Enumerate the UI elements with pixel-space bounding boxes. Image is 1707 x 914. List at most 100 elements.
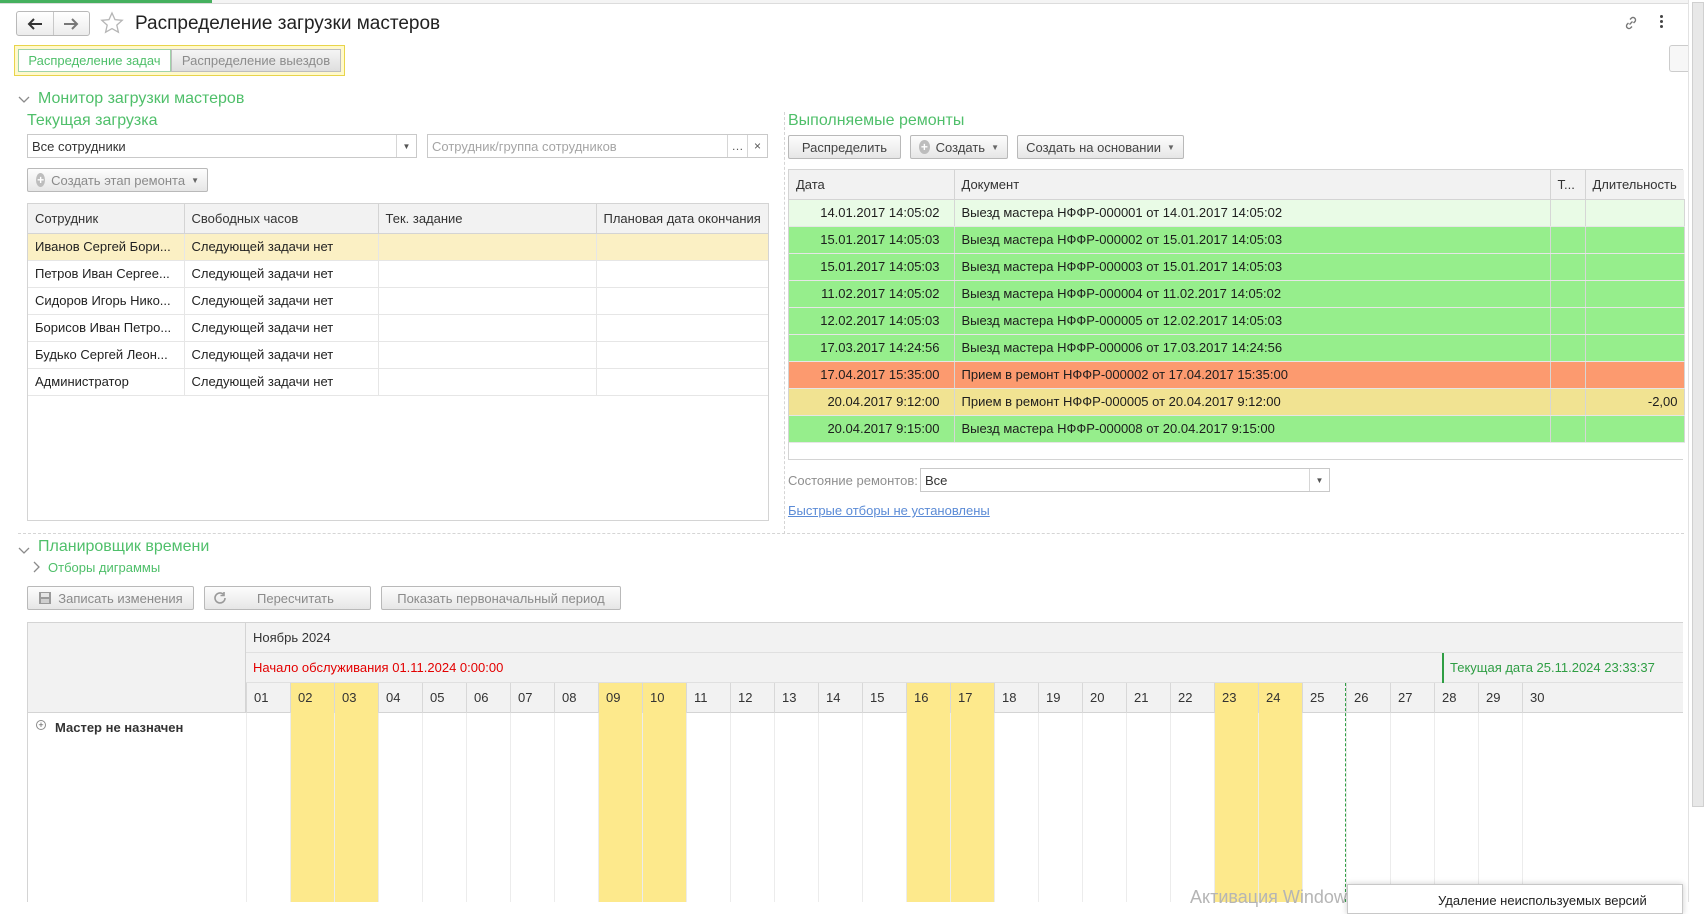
gantt-day-header[interactable]: 13 (774, 683, 818, 713)
gantt-day-column[interactable] (1038, 713, 1082, 902)
table-row[interactable]: 17.03.2017 14:24:56 Выезд мастера НФФР-00… (789, 334, 1685, 362)
chevron-down-icon[interactable]: ▼ (396, 135, 416, 157)
gantt-weekend-column[interactable] (950, 713, 994, 902)
table-row[interactable]: Петров Иван Сергее... Следующей задачи не… (28, 260, 768, 288)
gantt-day-column[interactable] (1434, 713, 1478, 902)
gantt-weekend-column[interactable] (1258, 713, 1302, 902)
back-arrow-icon[interactable] (17, 12, 54, 35)
filters-expand-chevron-icon[interactable] (32, 561, 40, 576)
recalculate-button[interactable]: Пересчитать (204, 586, 371, 610)
gantt-day-header[interactable]: 08 (554, 683, 598, 713)
quick-filters-link[interactable]: Быстрые отборы не установлены (788, 503, 990, 518)
gantt-day-header[interactable]: 19 (1038, 683, 1082, 713)
gantt-day-header[interactable]: 24 (1258, 683, 1302, 713)
gantt-day-header[interactable]: 14 (818, 683, 862, 713)
chevron-down-icon[interactable]: ▼ (1309, 469, 1329, 491)
gantt-day-header[interactable]: 10 (642, 683, 686, 713)
gantt-day-column[interactable] (1390, 713, 1434, 902)
column-header-duration[interactable]: Длительность (1585, 170, 1684, 200)
table-row[interactable]: 15.01.2017 14:05:03 Выезд мастера НФФР-00… (789, 226, 1685, 254)
gantt-weekend-column[interactable] (906, 713, 950, 902)
create-repair-stage-button[interactable]: + Создать этап ремонта ▼ (27, 168, 208, 192)
gantt-day-header[interactable]: 21 (1126, 683, 1170, 713)
gantt-day-column[interactable] (378, 713, 422, 902)
gantt-day-column[interactable] (1302, 713, 1346, 902)
gantt-day-column[interactable] (246, 713, 290, 902)
gantt-weekend-column[interactable] (598, 713, 642, 902)
gantt-day-header[interactable]: 22 (1170, 683, 1214, 713)
gantt-row-expand-icon[interactable]: + (36, 720, 46, 730)
table-row[interactable]: 14.01.2017 14:05:02 Выезд мастера НФФР-00… (789, 199, 1685, 227)
gantt-day-column[interactable] (774, 713, 818, 902)
gantt-day-header[interactable]: 26 (1346, 683, 1390, 713)
favorite-star-icon[interactable] (100, 11, 124, 38)
gantt-day-header[interactable]: 18 (994, 683, 1038, 713)
create-based-on-button[interactable]: Создать на основании ▼ (1017, 135, 1184, 159)
gantt-day-column[interactable] (1126, 713, 1170, 902)
gantt-day-column[interactable] (1478, 713, 1522, 902)
gantt-day-column[interactable] (686, 713, 730, 902)
vertical-scrollbar[interactable] (1688, 0, 1707, 902)
table-row[interactable]: 15.01.2017 14:05:03 Выезд мастера НФФР-00… (789, 253, 1685, 281)
column-header-document[interactable]: Документ (954, 170, 1551, 200)
gantt-day-header[interactable]: 28 (1434, 683, 1478, 713)
notification-popup[interactable]: Удаление неиспользуемых версий (1347, 884, 1683, 914)
gantt-day-column[interactable] (1346, 713, 1390, 902)
employee-filter-select[interactable]: Все сотрудники ▼ (27, 134, 417, 158)
save-changes-button[interactable]: Записать изменения (27, 586, 194, 610)
gantt-day-header[interactable]: 16 (906, 683, 950, 713)
column-header-planned-end[interactable]: Плановая дата окончания (596, 204, 768, 234)
table-row[interactable]: 20.04.2017 9:12:00 Прием в ремонт НФФР-00… (789, 388, 1685, 416)
column-header-employee[interactable]: Сотрудник (28, 204, 185, 234)
gantt-day-header[interactable]: 12 (730, 683, 774, 713)
gantt-day-column[interactable] (466, 713, 510, 902)
gantt-day-header[interactable]: 06 (466, 683, 510, 713)
gantt-day-header[interactable]: 02 (290, 683, 334, 713)
employee-group-field[interactable]: Сотрудник/группа сотрудников … × (427, 134, 768, 158)
gantt-day-header[interactable]: 27 (1390, 683, 1434, 713)
diagram-filters-label[interactable]: Отборы диграммы (48, 560, 160, 575)
gantt-day-header[interactable]: 23 (1214, 683, 1258, 713)
more-menu-icon[interactable] (1657, 14, 1665, 32)
gantt-weekend-column[interactable] (290, 713, 334, 902)
forward-arrow-icon[interactable] (54, 12, 90, 35)
table-row[interactable]: 20.04.2017 9:15:00 Выезд мастера НФФР-000… (789, 415, 1685, 443)
create-button[interactable]: + Создать ▼ (910, 135, 1008, 159)
table-row[interactable]: Будько Сергей Леон... Следующей задачи не… (28, 341, 768, 369)
monitor-section-title[interactable]: Монитор загрузки мастеров (38, 90, 244, 108)
gantt-day-column[interactable] (818, 713, 862, 902)
link-icon[interactable] (1623, 15, 1639, 34)
tab-trip-distribution[interactable]: Распределение выездов (171, 49, 341, 72)
table-row[interactable]: Иванов Сергей Бори... Следующей задачи не… (28, 233, 768, 261)
repair-state-select[interactable]: Все ▼ (920, 468, 1330, 492)
gantt-day-header[interactable]: 05 (422, 683, 466, 713)
gantt-day-column[interactable] (422, 713, 466, 902)
select-ellipsis-icon[interactable]: … (727, 135, 747, 157)
column-header-t[interactable]: Т... (1550, 170, 1586, 200)
gantt-day-header[interactable]: 04 (378, 683, 422, 713)
show-initial-period-button[interactable]: Показать первоначальный период (381, 586, 621, 610)
gantt-weekend-column[interactable] (334, 713, 378, 902)
table-row[interactable]: Администратор Следующей задачи нет (28, 368, 768, 396)
table-row[interactable]: Борисов Иван Петро... Следующей задачи не… (28, 314, 768, 342)
gantt-weekend-column[interactable] (642, 713, 686, 902)
monitor-collapse-chevron-icon[interactable] (18, 93, 30, 108)
gantt-day-header[interactable]: 20 (1082, 683, 1126, 713)
clear-icon[interactable]: × (747, 135, 767, 157)
table-row[interactable]: 11.02.2017 14:05:02 Выезд мастера НФФР-00… (789, 280, 1685, 308)
gantt-day-column[interactable] (510, 713, 554, 902)
gantt-day-column[interactable] (862, 713, 906, 902)
gantt-day-column[interactable] (1170, 713, 1214, 902)
gantt-day-header[interactable]: 30 (1522, 683, 1683, 713)
distribute-button[interactable]: Распределить (788, 135, 901, 159)
gantt-day-header[interactable]: 09 (598, 683, 642, 713)
gantt-day-header[interactable]: 29 (1478, 683, 1522, 713)
table-row[interactable]: 17.04.2017 15:35:00 Прием в ремонт НФФР-0… (789, 361, 1685, 389)
gantt-day-header[interactable]: 11 (686, 683, 730, 713)
gantt-day-header[interactable]: 03 (334, 683, 378, 713)
gantt-day-header[interactable]: 07 (510, 683, 554, 713)
column-header-date[interactable]: Дата (789, 170, 955, 200)
gantt-day-header[interactable]: 01 (246, 683, 290, 713)
table-row[interactable]: 12.02.2017 14:05:03 Выезд мастера НФФР-00… (789, 307, 1685, 335)
table-row[interactable]: Сидоров Игорь Нико... Следующей задачи не… (28, 287, 768, 315)
